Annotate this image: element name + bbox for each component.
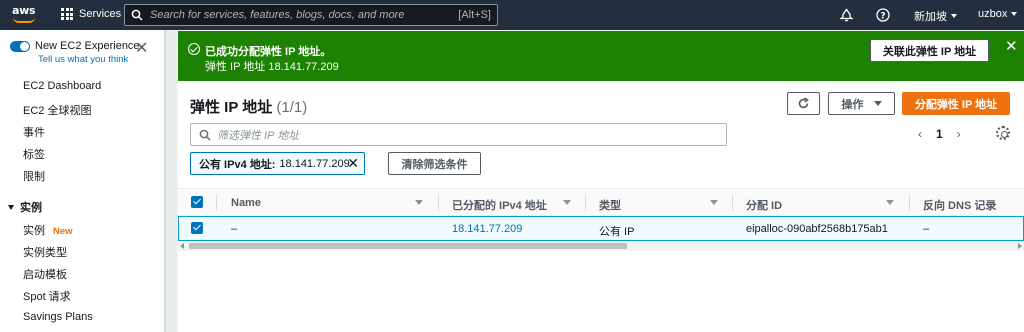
new-badge: New [53, 226, 73, 237]
bell-icon [840, 8, 853, 22]
clear-filters-button[interactable]: 清除筛选条件 [388, 152, 481, 175]
sidebar-group-label: 实例 [20, 202, 42, 214]
search-icon [199, 129, 211, 141]
horizontal-scrollbar[interactable] [178, 241, 1024, 251]
aws-logo-text: aws [12, 4, 36, 17]
svg-text:?: ? [880, 12, 885, 22]
cell-allocation-id: eipalloc-090abf2568b175ab1 [746, 223, 888, 235]
flash-title: 已成功分配弹性 IP 地址。 [205, 46, 332, 58]
sidebar-item-label: 实例 [23, 225, 45, 237]
caret-down-icon [873, 101, 882, 106]
cell-type: 公有 IP [599, 226, 635, 238]
column-divider [585, 195, 586, 211]
notifications-button[interactable] [840, 8, 853, 22]
scrollbar-thumb[interactable] [189, 243, 627, 249]
aws-smile-icon [13, 17, 35, 23]
filter-token-value: 18.141.77.209 [279, 157, 350, 170]
column-divider [732, 195, 733, 211]
column-header-reverse-dns[interactable]: 反向 DNS 记录 [923, 197, 996, 213]
scroll-left-arrow-icon[interactable] [180, 243, 184, 249]
cell-reverse-dns: – [923, 223, 930, 235]
global-search-input[interactable]: Search for services, features, blogs, do… [124, 4, 498, 26]
sidebar-item-events[interactable]: 事件 [23, 124, 45, 140]
close-icon[interactable]: ✕ [1005, 39, 1018, 54]
page-title: 弹性 IP 地址 (1/1) [190, 96, 307, 117]
account-label: uzbox [978, 8, 1008, 20]
sidebar-item-ec2-dashboard[interactable]: EC2 Dashboard [23, 80, 101, 92]
table-header: Name 已分配的 IPv4 地址 类型 分配 ID 反向 DNS 记录 [178, 188, 1024, 216]
sort-icon[interactable] [886, 200, 894, 205]
sidebar-item-instances[interactable]: 实例 New [23, 222, 73, 238]
region-label: 新加坡 [914, 11, 947, 23]
column-header-allocation-id[interactable]: 分配 ID [746, 197, 782, 213]
table-row[interactable]: – 18.141.77.209 公有 IP eipalloc-090abf256… [178, 216, 1024, 241]
actions-label: 操作 [841, 98, 864, 111]
grid-icon [61, 8, 73, 20]
top-navigation: aws Services Search for services, featur… [0, 0, 1024, 30]
caret-down-icon [8, 204, 14, 210]
column-header-ipv4[interactable]: 已分配的 IPv4 地址 [452, 197, 547, 213]
sidebar-item-spot-requests[interactable]: Spot 请求 [23, 288, 71, 304]
associate-eip-button[interactable]: 关联此弹性 IP 地址 [870, 39, 989, 62]
sidebar-item-savings-plans[interactable]: Savings Plans [23, 311, 93, 323]
actions-dropdown-button[interactable]: 操作 [828, 92, 895, 115]
region-selector[interactable]: 新加坡 [914, 8, 957, 24]
row-checkbox[interactable] [191, 222, 203, 234]
feedback-link[interactable]: Tell us what you think [38, 54, 128, 65]
page-title-count: (1/1) [276, 99, 308, 116]
filter-input[interactable]: 筛选弹性 IP 地址 [190, 123, 727, 146]
new-experience-label: New EC2 Experience [35, 40, 140, 52]
sidebar-item-global-view[interactable]: EC2 全球视图 [23, 102, 91, 118]
account-menu[interactable]: uzbox [978, 8, 1018, 20]
filter-token: 公有 IPv4 地址: 18.141.77.209 ✕ [190, 152, 365, 175]
filter-placeholder: 筛选弹性 IP 地址 [217, 129, 300, 142]
page-number[interactable]: 1 [936, 127, 943, 141]
chevron-left-icon[interactable]: ‹ [918, 127, 922, 141]
search-shortcut: [Alt+S] [458, 9, 491, 21]
column-divider [216, 195, 217, 211]
chevron-right-icon[interactable]: › [957, 127, 961, 141]
sort-icon[interactable] [415, 200, 423, 205]
aws-logo[interactable]: aws [12, 5, 38, 25]
caret-down-icon [951, 14, 957, 18]
scroll-right-arrow-icon[interactable] [1018, 243, 1022, 249]
sidebar-item-tags[interactable]: 标签 [23, 146, 45, 162]
success-check-icon [188, 43, 200, 55]
elastic-ip-panel: 弹性 IP 地址 (1/1) 操作 分配弹性 IP 地址 筛选弹性 IP 地址 … [178, 81, 1024, 332]
new-experience-toggle[interactable] [10, 41, 30, 52]
column-header-type[interactable]: 类型 [599, 197, 621, 213]
sort-icon[interactable] [563, 200, 571, 205]
flash-subtitle: 弹性 IP 地址 18.141.77.209 [205, 61, 339, 73]
sidebar: New EC2 Experience Tell us what you thin… [0, 30, 165, 332]
sidebar-item-instance-types[interactable]: 实例类型 [23, 244, 67, 260]
column-divider [909, 195, 910, 211]
help-icon: ? [876, 8, 890, 22]
sidebar-scrollbar[interactable] [165, 30, 177, 332]
sidebar-item-launch-templates[interactable]: 启动模板 [23, 266, 67, 282]
remove-token-close-icon[interactable]: ✕ [347, 156, 359, 170]
cell-ipv4-link[interactable]: 18.141.77.209 [452, 223, 522, 235]
refresh-button[interactable] [787, 92, 820, 115]
search-placeholder: Search for services, features, blogs, do… [150, 9, 405, 21]
services-label: Services [79, 8, 122, 20]
services-menu-button[interactable]: Services [61, 8, 121, 20]
close-icon[interactable]: ✕ [135, 41, 148, 57]
pagination: ‹ 1 › [918, 127, 961, 141]
gear-icon[interactable] [996, 126, 1010, 140]
success-flash-banner: 已成功分配弹性 IP 地址。 弹性 IP 地址 18.141.77.209 关联… [178, 31, 1024, 81]
help-button[interactable]: ? [876, 8, 890, 22]
page-title-text: 弹性 IP 地址 [190, 99, 273, 116]
cell-name: – [231, 223, 238, 235]
sort-icon[interactable] [710, 200, 718, 205]
sidebar-group-instances[interactable]: 实例 [8, 199, 42, 215]
column-header-name[interactable]: Name [231, 197, 261, 209]
sidebar-item-limits[interactable]: 限制 [23, 168, 45, 184]
allocate-eip-button[interactable]: 分配弹性 IP 地址 [902, 92, 1010, 115]
filter-token-key: 公有 IPv4 地址: [199, 158, 276, 171]
column-divider [438, 195, 439, 211]
caret-down-icon [1011, 12, 1018, 16]
search-icon [131, 9, 143, 21]
refresh-icon [798, 97, 809, 109]
select-all-checkbox[interactable] [191, 196, 203, 208]
